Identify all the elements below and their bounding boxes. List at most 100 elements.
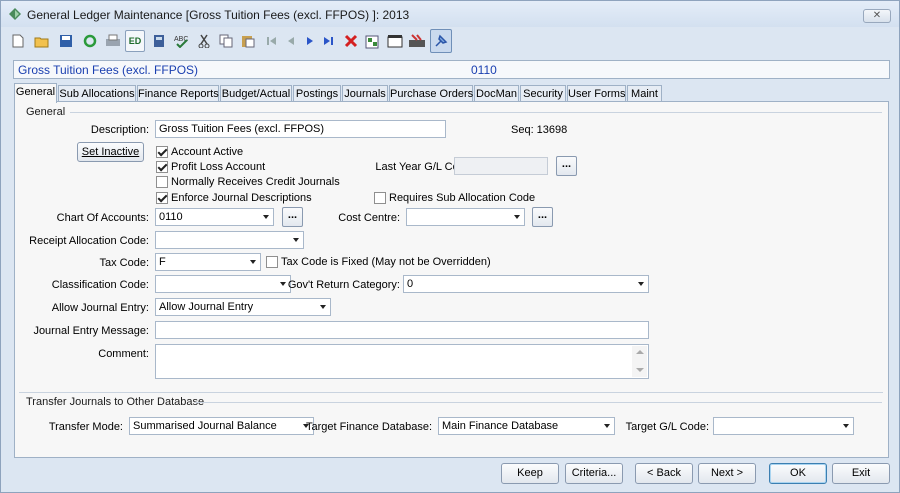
new-document-icon[interactable] bbox=[9, 31, 27, 51]
record-header: Gross Tuition Fees (excl. FFPOS) 0110 bbox=[13, 60, 890, 79]
transfer-icon[interactable] bbox=[408, 31, 426, 51]
toolbar: ED ABC bbox=[9, 29, 489, 53]
chart-of-accounts-value: 0110 bbox=[159, 211, 183, 223]
scroll-up-icon[interactable] bbox=[636, 350, 644, 354]
profit-loss-checkbox[interactable]: Profit Loss Account bbox=[156, 161, 265, 173]
classification-code-select[interactable] bbox=[155, 275, 291, 293]
chevron-down-icon bbox=[250, 260, 256, 264]
chart-of-accounts-lookup-button[interactable]: ... bbox=[282, 207, 303, 227]
previous-record-icon[interactable] bbox=[282, 31, 300, 51]
print-icon[interactable] bbox=[104, 31, 122, 51]
cut-icon[interactable] bbox=[195, 31, 213, 51]
target-gl-code-select[interactable] bbox=[713, 417, 854, 435]
export-icon[interactable] bbox=[364, 31, 382, 51]
chart-of-accounts-select[interactable]: 0110 bbox=[155, 208, 274, 226]
edit-icon[interactable]: ED bbox=[125, 30, 145, 52]
chevron-down-icon bbox=[320, 305, 326, 309]
comment-textarea[interactable] bbox=[155, 344, 649, 379]
enforce-descriptions-label: Enforce Journal Descriptions bbox=[171, 192, 312, 204]
last-year-gl-lookup-button[interactable]: ... bbox=[556, 156, 577, 176]
unchecked-box-icon bbox=[374, 192, 386, 204]
tab-sub-allocations[interactable]: Sub Allocations bbox=[58, 85, 136, 102]
open-folder-icon[interactable] bbox=[33, 31, 51, 51]
chevron-down-icon bbox=[263, 215, 269, 219]
last-year-gl-field[interactable] bbox=[454, 157, 548, 175]
cost-centre-label: Cost Centre: bbox=[338, 212, 400, 224]
exit-label: Exit bbox=[851, 467, 871, 479]
tax-code-value: F bbox=[159, 256, 166, 268]
spellcheck-icon[interactable]: ABC bbox=[173, 31, 191, 51]
tab-maint[interactable]: Maint bbox=[627, 85, 662, 102]
exit-button[interactable]: Exit bbox=[832, 463, 890, 484]
transfer-mode-select[interactable]: Summarised Journal Balance bbox=[129, 417, 314, 435]
chevron-down-icon bbox=[638, 282, 644, 286]
keep-button[interactable]: Keep bbox=[501, 463, 559, 484]
back-button[interactable]: < Back bbox=[635, 463, 693, 484]
account-code-header: 0110 bbox=[471, 63, 497, 77]
credit-journals-label: Normally Receives Credit Journals bbox=[171, 176, 340, 188]
allow-journal-entry-select[interactable]: Allow Journal Entry bbox=[155, 298, 331, 316]
ok-button[interactable]: OK bbox=[769, 463, 827, 484]
criteria-button[interactable]: Criteria... bbox=[565, 463, 623, 484]
close-icon: ✕ bbox=[872, 10, 882, 21]
journal-entry-message-field[interactable] bbox=[155, 321, 649, 339]
enforce-descriptions-checkbox[interactable]: Enforce Journal Descriptions bbox=[156, 192, 312, 204]
check-icon bbox=[156, 161, 168, 173]
transfer-group-divider bbox=[195, 402, 882, 403]
save-icon[interactable] bbox=[57, 31, 75, 51]
comment-scrollbar[interactable] bbox=[632, 346, 647, 377]
receipt-allocation-select[interactable] bbox=[155, 231, 304, 249]
tax-code-select[interactable]: F bbox=[155, 253, 261, 271]
tab-budget-actual[interactable]: Budget/Actual bbox=[220, 85, 292, 102]
tab-purchase-orders[interactable]: Purchase Orders bbox=[389, 85, 473, 102]
check-icon bbox=[156, 192, 168, 204]
govt-return-category-value: 0 bbox=[407, 278, 414, 290]
chevron-down-icon bbox=[604, 424, 610, 428]
chevron-down-icon bbox=[843, 424, 849, 428]
allow-journal-entry-value: Allow Journal Entry bbox=[159, 301, 254, 313]
account-active-checkbox[interactable]: Account Active bbox=[156, 146, 243, 158]
general-panel: General Description: Gross Tuition Fees … bbox=[14, 101, 889, 458]
close-button[interactable]: ✕ bbox=[863, 9, 891, 23]
credit-journals-checkbox[interactable]: Normally Receives Credit Journals bbox=[156, 176, 340, 188]
tab-journals[interactable]: Journals bbox=[342, 85, 388, 102]
target-finance-db-select[interactable]: Main Finance Database bbox=[438, 417, 615, 435]
cost-centre-lookup-button[interactable]: ... bbox=[532, 207, 553, 227]
tab-general[interactable]: General bbox=[14, 83, 57, 103]
seq-number: Seq: 13698 bbox=[511, 124, 568, 136]
transfer-group-label: Transfer Journals to Other Database bbox=[26, 396, 205, 408]
calendar-icon[interactable] bbox=[386, 31, 404, 51]
scroll-down-icon[interactable] bbox=[636, 368, 644, 372]
tab-docman[interactable]: DocMan bbox=[474, 85, 519, 102]
description-field[interactable]: Gross Tuition Fees (excl. FFPOS) bbox=[155, 120, 446, 138]
next-button[interactable]: Next > bbox=[698, 463, 756, 484]
copy-icon[interactable] bbox=[217, 31, 235, 51]
requires-sub-allocation-checkbox[interactable]: Requires Sub Allocation Code bbox=[374, 192, 535, 204]
keep-label: Keep bbox=[517, 467, 543, 479]
next-record-icon[interactable] bbox=[301, 31, 319, 51]
footer-button-bar: Keep Criteria... < Back Next > OK Exit bbox=[1, 461, 899, 493]
tab-security[interactable]: Security bbox=[520, 85, 566, 102]
unchecked-box-icon bbox=[156, 176, 168, 188]
first-record-icon[interactable] bbox=[263, 31, 281, 51]
cost-centre-select[interactable] bbox=[406, 208, 525, 226]
general-group-divider bbox=[70, 112, 882, 113]
paste-icon[interactable] bbox=[239, 31, 257, 51]
tax-code-fixed-checkbox[interactable]: Tax Code is Fixed (May not be Overridden… bbox=[266, 256, 491, 268]
calculator-icon[interactable] bbox=[150, 31, 168, 51]
set-inactive-button[interactable]: Set Inactive bbox=[77, 142, 144, 162]
last-record-icon[interactable] bbox=[320, 31, 338, 51]
delete-icon[interactable] bbox=[342, 31, 360, 51]
chart-of-accounts-label: Chart Of Accounts: bbox=[56, 212, 149, 224]
transfer-mode-value: Summarised Journal Balance bbox=[133, 420, 277, 432]
govt-return-category-select[interactable]: 0 bbox=[403, 275, 649, 293]
comment-label: Comment: bbox=[98, 348, 149, 360]
refresh-icon[interactable] bbox=[81, 31, 99, 51]
transfer-group-divider-top bbox=[19, 392, 883, 393]
tab-user-forms[interactable]: User Forms bbox=[567, 85, 626, 102]
tab-postings[interactable]: Postings bbox=[293, 85, 341, 102]
pin-icon[interactable] bbox=[430, 29, 452, 53]
journal-entry-message-label: Journal Entry Message: bbox=[33, 325, 149, 337]
edit-label: ED bbox=[128, 36, 142, 46]
tab-finance-reports[interactable]: Finance Reports bbox=[137, 85, 219, 102]
